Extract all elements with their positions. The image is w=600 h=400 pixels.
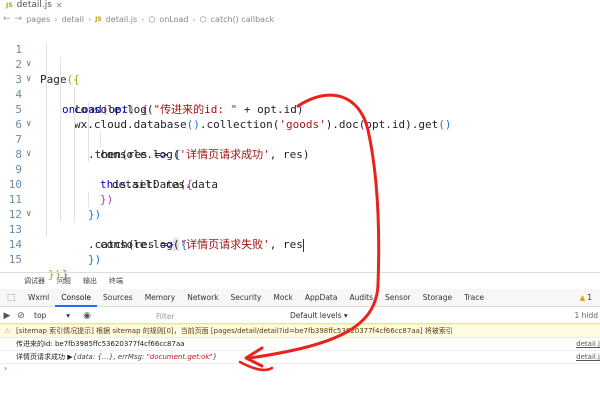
warning-icon: ▲ [579,293,586,302]
chevron-right-icon: › [192,14,196,24]
log-levels-dropdown[interactable]: Default levels ▾ [290,308,348,324]
tab-wxml[interactable]: Wxml [22,289,55,307]
code-line: 15 }) [0,237,600,281]
breadcrumb-item-file[interactable]: detail.js [106,15,137,24]
code-line: 7 ∨ this.setData({ [0,117,600,191]
line-number: 15 [8,253,22,266]
source-link[interactable]: detail.j [576,351,600,363]
editor-tab-detail-js[interactable]: JS detail.js ✕ [6,0,63,10]
console-log-message: 详情页请求成功 ▶{data: {…}, errMsg: "document.g… [0,351,600,364]
warning-count-badge[interactable]: ▲ 1 [579,289,592,307]
code-line: 13 }) [0,207,600,266]
code-editor[interactable]: 1 ∨ Page({ 2 ∨ onLoad(opt) { 3 console.l… [0,27,600,281]
sidebar-toggle-icon[interactable]: ▶ [0,311,14,321]
breadcrumb-item-pages[interactable]: pages [26,15,50,24]
tab-network[interactable]: Network [181,289,224,307]
tab-debugger[interactable]: 调试器 [24,276,45,286]
chevron-right-icon: › [141,14,145,24]
back-arrow-icon[interactable]: ← [3,14,11,24]
code-line: 4 wx.cloud.database().collection('goods'… [0,72,600,131]
console-log-message: 传进来的id: be7fb3985ffc53620377f4cf66cc87aa… [0,338,600,351]
tab-console[interactable]: Console [55,289,98,307]
inspect-element-icon[interactable]: ⬚ [0,293,22,303]
tab-appdata[interactable]: AppData [299,289,344,307]
code-line: 14 } [0,222,600,281]
forward-arrow-icon[interactable]: → [15,14,23,24]
method-icon: ⬡ [199,14,207,24]
tab-mock[interactable]: Mock [267,289,299,307]
console-warning-message: ⚠ [sitemap 索引情况提示] 根据 sitemap 的规则[0]，当前页… [0,324,600,338]
tab-security[interactable]: Security [225,289,268,307]
eye-icon[interactable]: ◉ [80,311,94,321]
code-line: 12 console.log('详情页请求失败', res [0,192,600,252]
dropdown-arrow-icon: ▾ [66,311,71,320]
code-line: 9 }) [0,147,600,206]
code-line: 5 ∨ .then(res => { [0,87,600,161]
console-output[interactable]: ⚠ [sitemap 索引情况提示] 根据 sitemap 的规则[0]，当前页… [0,324,600,400]
code-token: }) [88,253,102,266]
devtools-tabs: ⬚ Wxml Console Sources Memory Network Se… [0,289,600,307]
code-line: 11 ∨ .catch(res => { [0,177,600,251]
console-prompt-icon[interactable]: › [4,364,7,373]
tab-output[interactable]: 输出 [83,276,97,286]
javascript-file-icon: JS [95,15,102,23]
editor-tab-label: detail.js [16,0,52,10]
breadcrumb: ← → pages › detail › JS detail.js › ⬡ on… [0,12,274,26]
code-line: 2 ∨ onLoad(opt) { [0,42,600,116]
tab-memory[interactable]: Memory [139,289,182,307]
console-filter-input[interactable] [148,310,278,322]
tab-problems[interactable]: 问题 [57,276,71,286]
devtools-panel-tabs: 调试器 问题 输出 终端 [0,272,600,288]
hidden-messages-count: 1 hidd [574,311,598,320]
chevron-right-icon: › [87,14,92,24]
warning-icon: ⚠ [4,327,11,335]
breadcrumb-item-detail[interactable]: detail [61,15,83,24]
tab-sources[interactable]: Sources [97,289,139,307]
tab-trace[interactable]: Trace [458,289,490,307]
chevron-right-icon: › [54,14,58,24]
method-icon: ⬡ [148,14,156,24]
context-label: top [34,311,47,320]
breadcrumb-item-onload[interactable]: onLoad [159,15,188,24]
breadcrumb-item-catch[interactable]: catch() callback [211,15,274,24]
tab-storage[interactable]: Storage [417,289,458,307]
source-link[interactable]: detail.j [576,338,600,350]
code-line: 10 }) [0,162,600,221]
close-tab-icon[interactable]: ✕ [56,1,63,10]
logged-object[interactable]: {data: {…}, errMsg: "document.get:ok"} [73,353,218,361]
code-line: 3 console.log("传进来的id: " + opt.id) [0,57,600,116]
code-line: 8 detail: res.data [0,132,600,191]
context-selector[interactable]: top ▾ [34,311,70,320]
tab-sensor[interactable]: Sensor [379,289,417,307]
tab-audits[interactable]: Audits [343,289,379,307]
javascript-file-icon: JS [6,1,13,9]
code-line: 1 ∨ Page({ [0,27,600,86]
console-toolbar: ▶ ⊘ top ▾ ◉ Default levels ▾ 1 hidd [0,308,600,324]
code-line: 6 console.log('详情页请求成功', res) [0,102,600,161]
clear-console-icon[interactable]: ⊘ [14,311,28,321]
tab-terminal[interactable]: 终端 [109,276,123,286]
